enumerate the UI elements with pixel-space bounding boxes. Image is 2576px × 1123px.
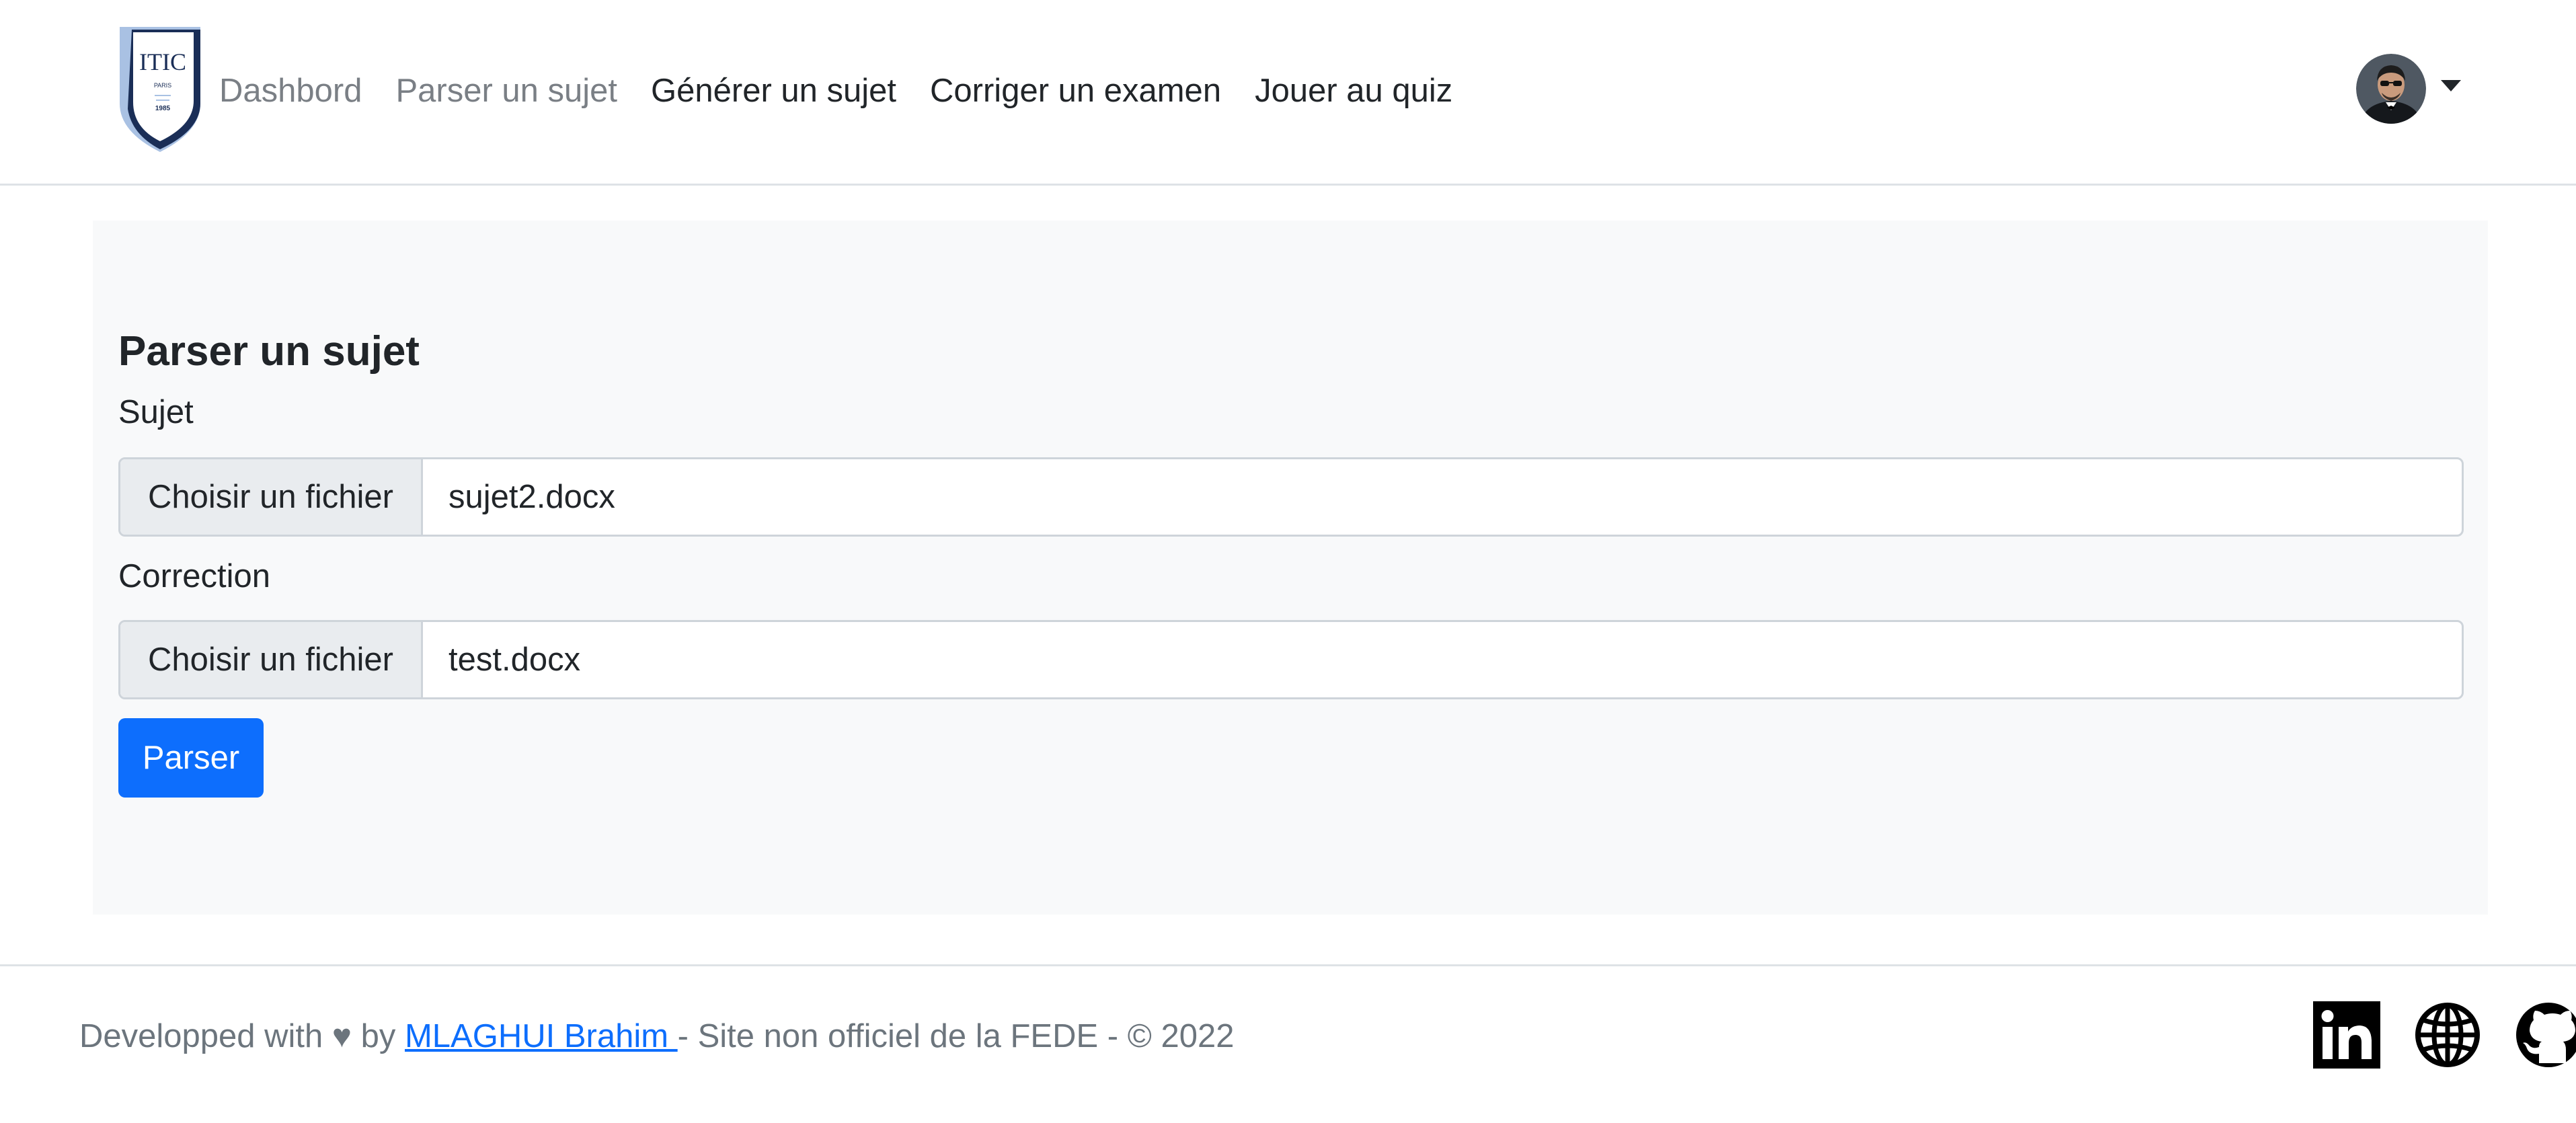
author-link[interactable]: MLAGHUI Brahim <box>405 1018 678 1054</box>
social-links <box>2313 1000 2576 1070</box>
logo-text: ITIC <box>139 48 186 75</box>
correction-file-name: test.docx <box>448 642 581 678</box>
page: ITIC PARIS 1985 Dashbord Parser un sujet… <box>0 0 2576 1123</box>
user-menu-toggle[interactable] <box>2356 54 2461 124</box>
footer-prefix: Developped with ♥ by <box>79 1018 405 1054</box>
correction-label: Correction <box>118 558 271 594</box>
correction-choose-file-button[interactable]: Choisir un fichier <box>120 622 423 697</box>
page-title: Parser un sujet <box>118 328 420 375</box>
linkedin-icon[interactable] <box>2313 1001 2380 1069</box>
nav-link-generer[interactable]: Générer un sujet <box>651 67 896 114</box>
logo-city: PARIS <box>154 82 171 89</box>
user-avatar-icon <box>2356 54 2426 124</box>
github-icon[interactable] <box>2515 1001 2576 1069</box>
correction-file-input[interactable]: Choisir un fichier test.docx <box>118 620 2464 699</box>
footer-credits: Developped with ♥ by MLAGHUI Brahim - Si… <box>79 1013 1234 1060</box>
logo-year: 1985 <box>155 105 171 112</box>
nav-link-quiz[interactable]: Jouer au quiz <box>1255 67 1452 114</box>
globe-icon[interactable] <box>2414 1001 2481 1069</box>
sujet-file-name: sujet2.docx <box>448 479 615 515</box>
parse-form-panel: Parser un sujet Sujet Choisir un fichier… <box>93 221 2488 915</box>
footer-suffix: - Site non officiel de la FEDE - © 2022 <box>677 1018 1235 1054</box>
main-nav: Dashbord Parser un sujet Générer un suje… <box>219 67 1486 114</box>
nav-link-corriger[interactable]: Corriger un examen <box>930 67 1221 114</box>
footer-divider <box>0 964 2576 966</box>
itic-shield-logo: ITIC PARIS 1985 <box>120 27 200 152</box>
parser-submit-button[interactable]: Parser <box>118 718 264 798</box>
sujet-label: Sujet <box>118 394 194 430</box>
nav-link-parser[interactable]: Parser un sujet <box>395 67 617 114</box>
sujet-choose-file-button[interactable]: Choisir un fichier <box>120 459 423 535</box>
brand-logo[interactable]: ITIC PARIS 1985 <box>117 24 203 153</box>
sujet-file-input[interactable]: Choisir un fichier sujet2.docx <box>118 457 2464 537</box>
nav-link-dashboard[interactable]: Dashbord <box>219 67 362 114</box>
navbar: ITIC PARIS 1985 Dashbord Parser un sujet… <box>0 0 2576 186</box>
chevron-down-icon <box>2441 79 2461 91</box>
